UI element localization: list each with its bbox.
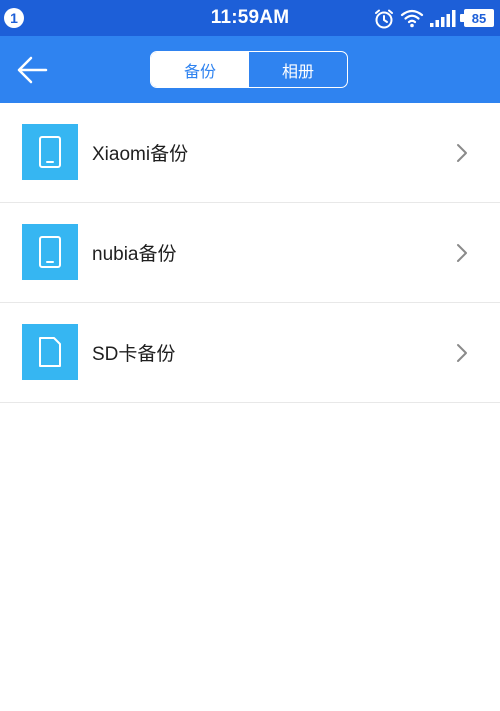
signal-icon xyxy=(430,10,456,27)
list-item-label: nubia备份 xyxy=(92,244,177,265)
chevron-right-icon xyxy=(457,144,467,162)
tab-album[interactable]: 相册 xyxy=(249,52,347,87)
tile-sd-card xyxy=(22,324,78,380)
app-bar: 备份 相册 xyxy=(0,36,500,103)
chevron-right-icon xyxy=(457,344,467,362)
segmented-control: 备份 相册 xyxy=(150,51,348,88)
list-item-nubia-backup[interactable]: nubia备份 xyxy=(0,203,500,303)
status-time: 11:59AM xyxy=(210,7,290,28)
list-item-sd-card-backup[interactable]: SD卡备份 xyxy=(0,303,500,403)
alarm-icon xyxy=(375,9,393,29)
sd-card-icon xyxy=(39,337,61,367)
tile-phone xyxy=(22,224,78,280)
phone-icon xyxy=(39,236,61,268)
tile-phone xyxy=(22,124,78,180)
wifi-icon xyxy=(400,9,424,28)
battery-icon: 85 xyxy=(460,9,494,27)
phone-icon xyxy=(39,136,61,168)
list-item-xiaomi-backup[interactable]: Xiaomi备份 xyxy=(0,103,500,203)
back-arrow-icon[interactable] xyxy=(14,52,50,88)
list-item-label: Xiaomi备份 xyxy=(92,144,189,165)
list-item-label: SD卡备份 xyxy=(92,344,176,365)
status-bar: 1 11:59AM 85 xyxy=(0,0,500,36)
backup-source-list: Xiaomi备份 nubia备份 SD卡备份 xyxy=(0,103,500,403)
chevron-right-icon xyxy=(457,244,467,262)
tab-backup[interactable]: 备份 xyxy=(151,52,249,87)
